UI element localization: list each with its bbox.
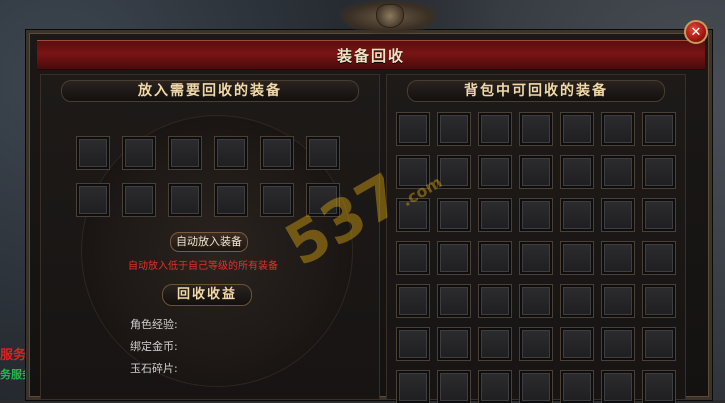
bag-slot[interactable] xyxy=(561,285,593,317)
bag-slot[interactable] xyxy=(438,242,470,274)
bag-slot[interactable] xyxy=(520,371,552,403)
bag-slot[interactable] xyxy=(479,285,511,317)
input-slot[interactable] xyxy=(307,184,339,216)
close-icon: ✕ xyxy=(690,24,702,40)
input-panel-title: 放入需要回收的装备 xyxy=(138,83,282,99)
bag-slot[interactable] xyxy=(643,371,675,403)
bag-slot[interactable] xyxy=(602,199,634,231)
bag-slot[interactable] xyxy=(602,285,634,317)
bag-slot[interactable] xyxy=(520,113,552,145)
input-slot[interactable] xyxy=(77,184,109,216)
bag-slot[interactable] xyxy=(520,242,552,274)
earnings-jade-label: 玉石碎片: xyxy=(130,362,178,375)
bag-slot[interactable] xyxy=(561,113,593,145)
bag-slot[interactable] xyxy=(438,285,470,317)
earnings-gold-label: 绑定金币: xyxy=(130,340,178,353)
bag-slot[interactable] xyxy=(520,199,552,231)
input-slot[interactable] xyxy=(215,184,247,216)
bag-panel-title: 背包中可回收的装备 xyxy=(464,83,608,99)
auto-fill-button[interactable]: 自动放入装备 xyxy=(170,232,248,252)
bag-slot[interactable] xyxy=(520,285,552,317)
close-button[interactable]: ✕ xyxy=(684,20,708,44)
panel-header: 放入需要回收的装备 xyxy=(41,75,379,105)
bag-slot[interactable] xyxy=(397,156,429,188)
bag-slot[interactable] xyxy=(561,328,593,360)
bag-slot[interactable] xyxy=(602,242,634,274)
bag-slot[interactable] xyxy=(561,371,593,403)
input-slot[interactable] xyxy=(77,137,109,169)
input-slot[interactable] xyxy=(123,184,155,216)
bag-slot[interactable] xyxy=(438,371,470,403)
bag-slot[interactable] xyxy=(397,328,429,360)
bag-slot[interactable] xyxy=(397,199,429,231)
bag-slot[interactable] xyxy=(520,156,552,188)
window-title: 装备回收 xyxy=(336,46,405,65)
bag-slot[interactable] xyxy=(602,113,634,145)
bag-slot[interactable] xyxy=(397,371,429,403)
input-slot[interactable] xyxy=(169,137,201,169)
bag-slot[interactable] xyxy=(479,199,511,231)
input-slot[interactable] xyxy=(307,137,339,169)
bag-slot[interactable] xyxy=(602,156,634,188)
bag-slot[interactable] xyxy=(643,285,675,317)
bag-slot[interactable] xyxy=(479,371,511,403)
bag-slot[interactable] xyxy=(643,328,675,360)
bag-slot[interactable] xyxy=(479,328,511,360)
bag-slot[interactable] xyxy=(479,242,511,274)
bag-slot[interactable] xyxy=(397,242,429,274)
background-text: 服务 xyxy=(0,348,27,363)
input-slot[interactable] xyxy=(215,137,247,169)
bag-slot[interactable] xyxy=(643,156,675,188)
bag-slot[interactable] xyxy=(438,328,470,360)
bag-slot[interactable] xyxy=(479,113,511,145)
earnings-header: 回收收益 xyxy=(162,284,252,306)
title-bar[interactable]: 装备回收 xyxy=(37,40,705,70)
bag-slot[interactable] xyxy=(602,328,634,360)
bag-slot[interactable] xyxy=(479,156,511,188)
bag-slot[interactable] xyxy=(643,199,675,231)
bag-slot[interactable] xyxy=(561,156,593,188)
bag-slot[interactable] xyxy=(438,113,470,145)
bag-slot[interactable] xyxy=(643,242,675,274)
earnings-exp-label: 角色经验: xyxy=(130,318,178,331)
bag-slot[interactable] xyxy=(397,113,429,145)
bag-slot[interactable] xyxy=(520,328,552,360)
bag-slot[interactable] xyxy=(602,371,634,403)
input-slot[interactable] xyxy=(261,137,293,169)
input-slot[interactable] xyxy=(261,184,293,216)
input-slot[interactable] xyxy=(169,184,201,216)
bag-slot[interactable] xyxy=(397,285,429,317)
bag-slot[interactable] xyxy=(643,113,675,145)
bag-slot[interactable] xyxy=(561,199,593,231)
input-slot[interactable] xyxy=(123,137,155,169)
auto-fill-hint: 自动放入低于自己等级的所有装备 xyxy=(128,261,278,272)
panel-header: 背包中可回收的装备 xyxy=(387,75,685,105)
bag-slot[interactable] xyxy=(561,242,593,274)
bag-slot[interactable] xyxy=(438,199,470,231)
bag-slot[interactable] xyxy=(438,156,470,188)
